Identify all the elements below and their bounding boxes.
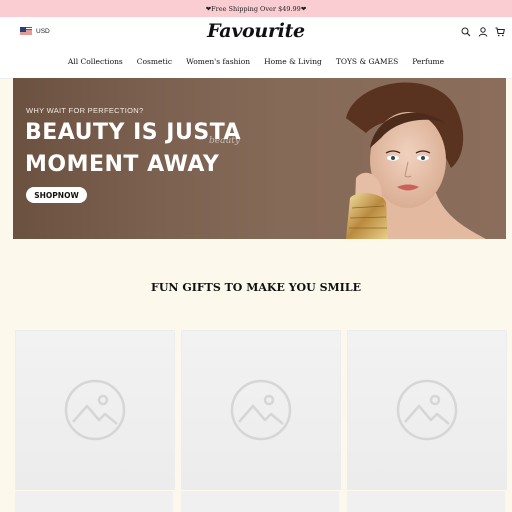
product-card-footer bbox=[15, 491, 173, 512]
image-placeholder-icon bbox=[230, 379, 292, 441]
hero-title-line-2: MOMENT AWAY bbox=[25, 152, 220, 177]
model-portrait-image bbox=[346, 82, 486, 239]
product-card-footer bbox=[347, 491, 505, 512]
nav-item-perfume[interactable]: Perfume bbox=[412, 57, 444, 66]
site-header: USD Favourite All Collections Cosmetic W… bbox=[0, 17, 512, 79]
hero-script-text: beauty bbox=[209, 136, 240, 146]
shop-now-button[interactable]: SHOPNOW bbox=[26, 187, 87, 203]
hero-banner[interactable]: WHY WAIT FOR PERFECTION? BEAUTY IS JUSTA… bbox=[13, 78, 506, 239]
hero-title: BEAUTY IS JUSTA MOMENT AWAY bbox=[25, 117, 241, 181]
account-icon[interactable] bbox=[477, 26, 489, 38]
product-card[interactable] bbox=[347, 330, 507, 490]
main-nav: All Collections Cosmetic Women's fashion… bbox=[0, 57, 512, 66]
announcement-bar: ❤Free Shipping Over $49.99❤ bbox=[0, 0, 512, 17]
product-card[interactable] bbox=[15, 330, 175, 490]
nav-item-toys-games[interactable]: TOYS & GAMES bbox=[336, 57, 398, 66]
header-actions bbox=[460, 26, 506, 38]
nav-item-all-collections[interactable]: All Collections bbox=[68, 57, 123, 66]
hero-subtitle: WHY WAIT FOR PERFECTION? bbox=[26, 106, 144, 115]
product-card[interactable] bbox=[181, 330, 341, 490]
product-card-footer bbox=[181, 491, 339, 512]
cart-icon[interactable] bbox=[494, 26, 506, 38]
announcement-text: ❤Free Shipping Over $49.99❤ bbox=[205, 4, 307, 13]
image-placeholder-icon bbox=[396, 379, 458, 441]
nav-item-womens-fashion[interactable]: Women's fashion bbox=[186, 57, 250, 66]
image-placeholder-icon bbox=[64, 379, 126, 441]
search-icon[interactable] bbox=[460, 26, 472, 38]
nav-item-home-living[interactable]: Home & Living bbox=[264, 57, 322, 66]
nav-item-cosmetic[interactable]: Cosmetic bbox=[137, 57, 172, 66]
section-title: FUN GIFTS TO MAKE YOU SMILE bbox=[151, 281, 361, 295]
site-logo[interactable]: Favourite bbox=[0, 20, 512, 42]
